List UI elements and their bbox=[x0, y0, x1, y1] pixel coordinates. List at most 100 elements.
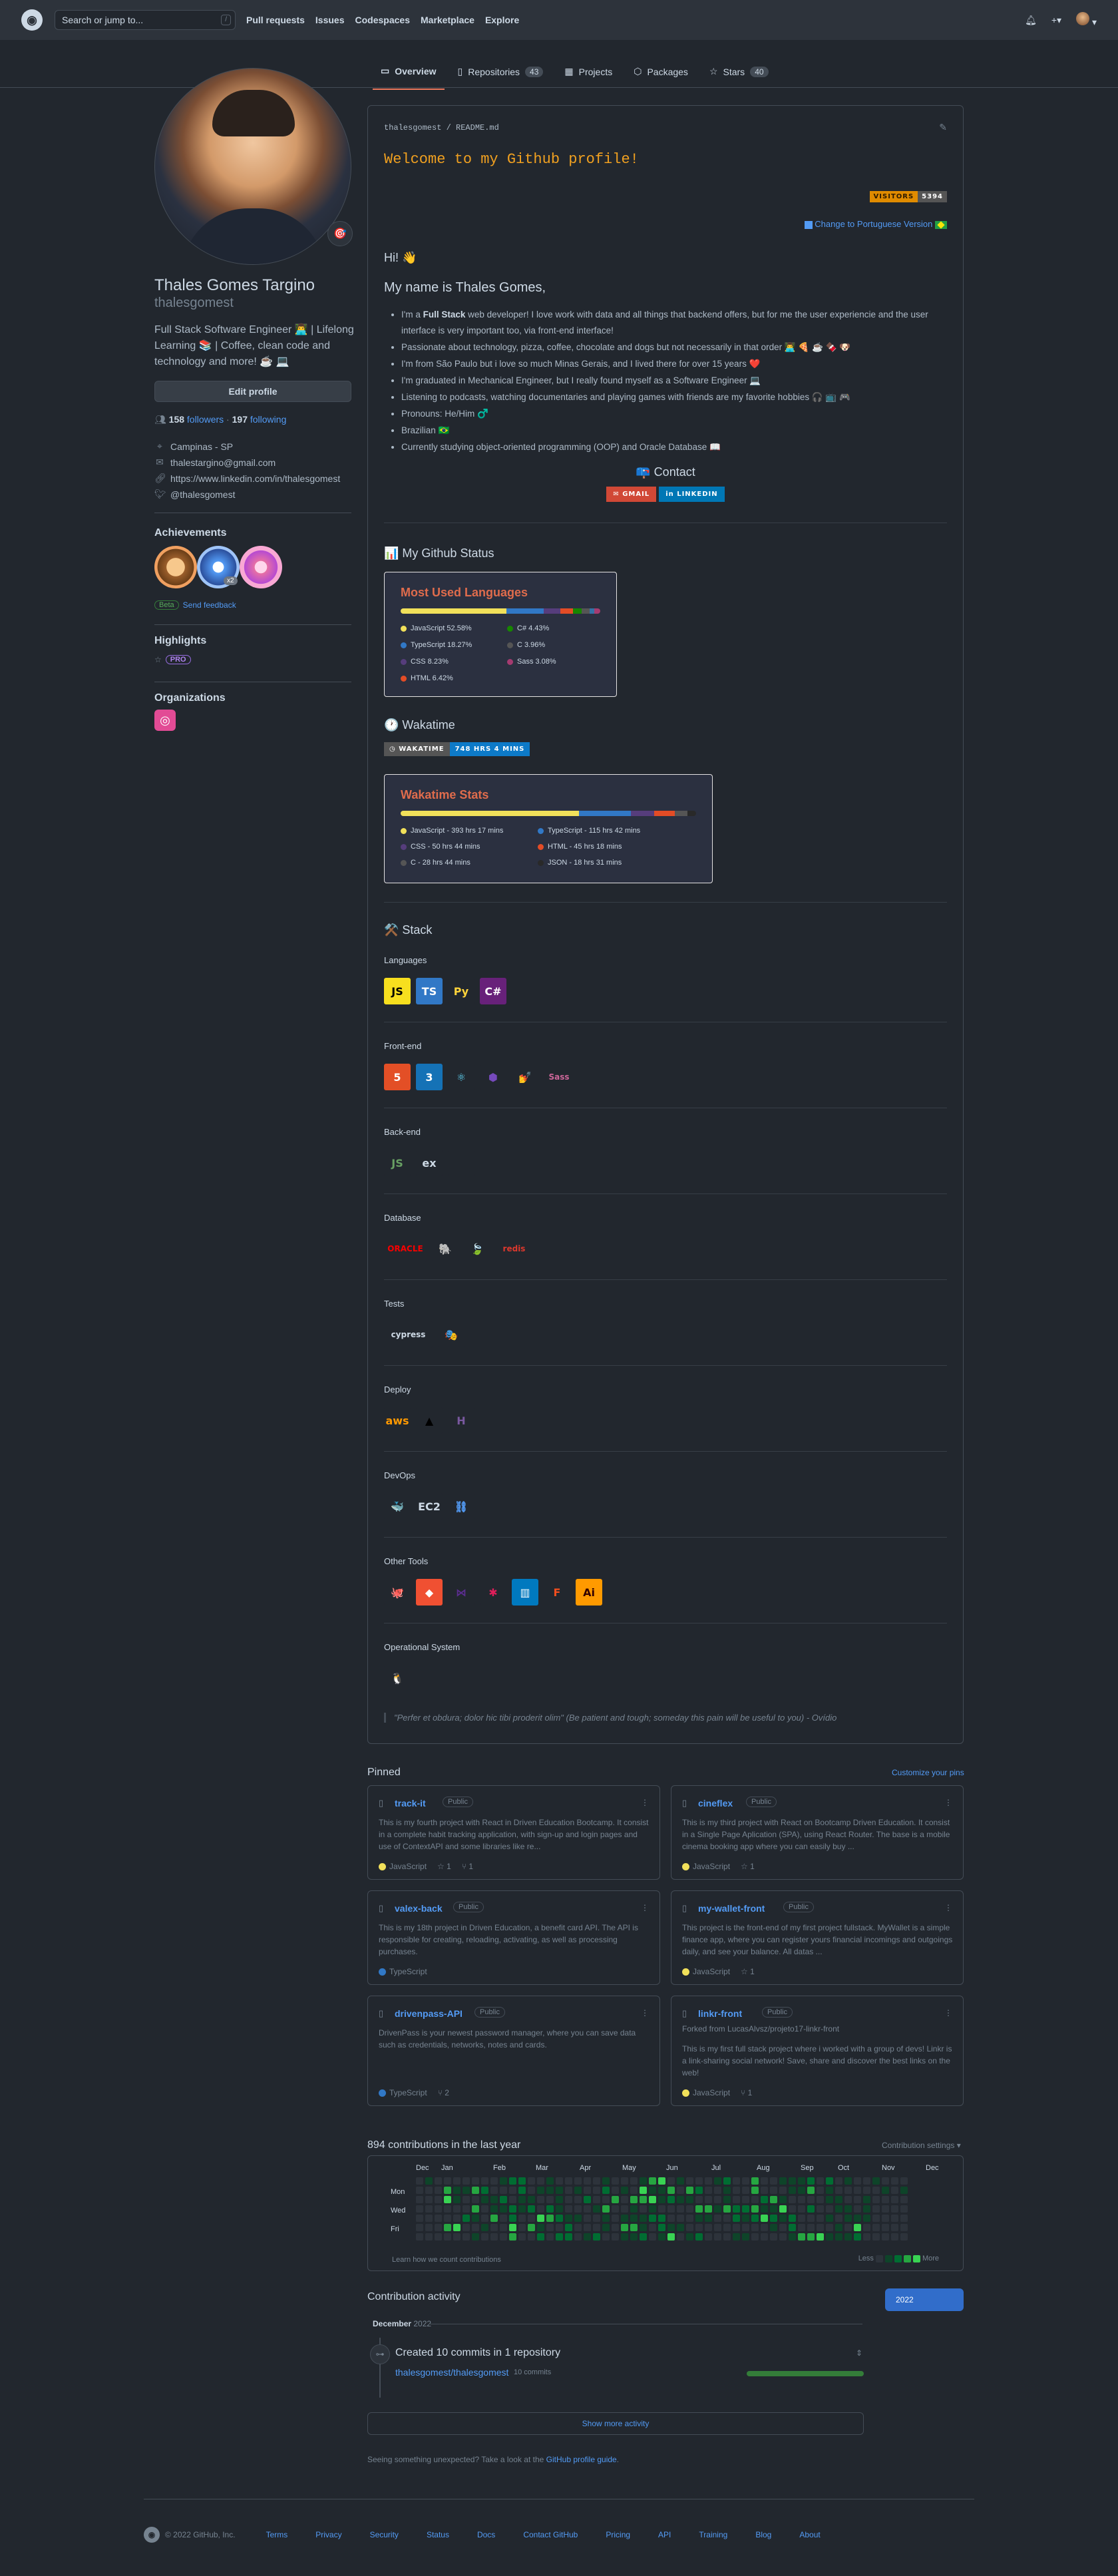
repo-name-link[interactable]: drivenpass-API bbox=[395, 2008, 463, 2019]
tab-projects[interactable]: ▦ Projects bbox=[556, 59, 620, 89]
contribution-day[interactable] bbox=[630, 2205, 638, 2213]
website-link[interactable]: https://www.linkedin.com/in/thalesgomest bbox=[170, 473, 340, 484]
pinned-repo-card[interactable]: ▯ drivenpass-API Public ⋮ DrivenPass is your… bbox=[367, 1996, 660, 2106]
contribution-day[interactable] bbox=[490, 2187, 498, 2194]
contribution-day[interactable] bbox=[742, 2215, 749, 2222]
contribution-day[interactable] bbox=[723, 2215, 731, 2222]
contribution-day[interactable] bbox=[714, 2187, 721, 2194]
contribution-day[interactable] bbox=[630, 2187, 638, 2194]
contribution-day[interactable] bbox=[882, 2224, 889, 2231]
contribution-day[interactable] bbox=[649, 2177, 656, 2185]
contribution-day[interactable] bbox=[649, 2224, 656, 2231]
show-more-activity-button[interactable]: Show more activity bbox=[367, 2412, 864, 2435]
portuguese-version-link[interactable]: Change to Portuguese Version bbox=[804, 219, 947, 229]
contribution-day[interactable] bbox=[761, 2224, 768, 2231]
contribution-day[interactable] bbox=[509, 2205, 516, 2213]
contribution-day[interactable] bbox=[472, 2177, 479, 2185]
contribution-day[interactable] bbox=[500, 2215, 507, 2222]
contribution-day[interactable] bbox=[435, 2215, 442, 2222]
contribution-day[interactable] bbox=[770, 2187, 777, 2194]
drag-handle-icon[interactable]: ⋮ bbox=[944, 1903, 952, 1912]
contribution-day[interactable] bbox=[537, 2215, 544, 2222]
contribution-day[interactable] bbox=[444, 2205, 451, 2213]
contribution-day[interactable] bbox=[481, 2205, 488, 2213]
contribution-day[interactable] bbox=[509, 2215, 516, 2222]
contribution-day[interactable] bbox=[602, 2224, 610, 2231]
contribution-day[interactable] bbox=[705, 2215, 712, 2222]
contribution-day[interactable] bbox=[789, 2196, 796, 2203]
create-new-button[interactable]: +▾ bbox=[1051, 15, 1061, 26]
following-link[interactable]: 197 following bbox=[232, 414, 287, 425]
contribution-day[interactable] bbox=[751, 2233, 759, 2241]
contribution-day[interactable] bbox=[621, 2177, 628, 2185]
contribution-day[interactable] bbox=[733, 2187, 740, 2194]
contribution-day[interactable] bbox=[817, 2196, 824, 2203]
drag-handle-icon[interactable]: ⋮ bbox=[641, 2008, 649, 2018]
contribution-day[interactable] bbox=[463, 2187, 470, 2194]
contribution-day[interactable] bbox=[844, 2196, 852, 2203]
footer-link[interactable]: Contact GitHub bbox=[523, 2530, 578, 2539]
contribution-day[interactable] bbox=[500, 2187, 507, 2194]
contribution-day[interactable] bbox=[602, 2177, 610, 2185]
contribution-day[interactable] bbox=[667, 2177, 675, 2185]
contribution-day[interactable] bbox=[584, 2215, 591, 2222]
contribution-day[interactable] bbox=[751, 2187, 759, 2194]
contribution-day[interactable] bbox=[518, 2233, 526, 2241]
contribution-day[interactable] bbox=[677, 2196, 684, 2203]
contribution-day[interactable] bbox=[481, 2177, 488, 2185]
contribution-day[interactable] bbox=[416, 2224, 423, 2231]
contribution-day[interactable] bbox=[686, 2224, 693, 2231]
nav-explore[interactable]: Explore bbox=[485, 15, 519, 25]
contribution-day[interactable] bbox=[826, 2215, 833, 2222]
learn-contributions-link[interactable]: Learn how we count contributions bbox=[392, 2256, 501, 2264]
tab-packages[interactable]: ⬡ Packages bbox=[626, 59, 696, 89]
contribution-day[interactable] bbox=[537, 2187, 544, 2194]
contribution-day[interactable] bbox=[649, 2205, 656, 2213]
contribution-day[interactable] bbox=[677, 2205, 684, 2213]
contribution-day[interactable] bbox=[751, 2215, 759, 2222]
contribution-day[interactable] bbox=[854, 2215, 861, 2222]
contribution-day[interactable] bbox=[658, 2233, 665, 2241]
contribution-day[interactable] bbox=[900, 2187, 908, 2194]
contribution-day[interactable] bbox=[686, 2205, 693, 2213]
contribution-day[interactable] bbox=[584, 2205, 591, 2213]
contribution-day[interactable] bbox=[667, 2215, 675, 2222]
contribution-day[interactable] bbox=[463, 2224, 470, 2231]
contribution-day[interactable] bbox=[425, 2233, 433, 2241]
contribution-day[interactable] bbox=[798, 2177, 805, 2185]
contribution-day[interactable] bbox=[705, 2224, 712, 2231]
contribution-day[interactable] bbox=[537, 2177, 544, 2185]
contribution-day[interactable] bbox=[882, 2205, 889, 2213]
contribution-day[interactable] bbox=[546, 2205, 554, 2213]
contribution-day[interactable] bbox=[593, 2215, 600, 2222]
contribution-day[interactable] bbox=[481, 2196, 488, 2203]
contribution-day[interactable] bbox=[863, 2196, 870, 2203]
contribution-day[interactable] bbox=[742, 2233, 749, 2241]
contribution-day[interactable] bbox=[490, 2196, 498, 2203]
footer-link[interactable]: Status bbox=[427, 2530, 449, 2539]
contribution-day[interactable] bbox=[444, 2187, 451, 2194]
contribution-day[interactable] bbox=[733, 2215, 740, 2222]
contribution-day[interactable] bbox=[528, 2187, 535, 2194]
contribution-day[interactable] bbox=[518, 2205, 526, 2213]
contribution-day[interactable] bbox=[537, 2233, 544, 2241]
contribution-day[interactable] bbox=[742, 2177, 749, 2185]
contribution-day[interactable] bbox=[891, 2224, 898, 2231]
contribution-day[interactable] bbox=[779, 2233, 787, 2241]
forks-link[interactable]: ⑂ 1 bbox=[741, 2088, 752, 2097]
footer-link[interactable]: About bbox=[799, 2530, 820, 2539]
achievement-badge-quickdraw[interactable] bbox=[240, 546, 282, 588]
contribution-day[interactable] bbox=[602, 2215, 610, 2222]
contribution-day[interactable] bbox=[528, 2215, 535, 2222]
contribution-day[interactable] bbox=[863, 2177, 870, 2185]
contribution-day[interactable] bbox=[695, 2177, 703, 2185]
contribution-day[interactable] bbox=[695, 2205, 703, 2213]
contribution-day[interactable] bbox=[695, 2187, 703, 2194]
contribution-day[interactable] bbox=[872, 2177, 880, 2185]
contribution-day[interactable] bbox=[817, 2233, 824, 2241]
contribution-day[interactable] bbox=[761, 2215, 768, 2222]
contribution-day[interactable] bbox=[891, 2187, 898, 2194]
nav-issues[interactable]: Issues bbox=[315, 15, 345, 25]
contribution-day[interactable] bbox=[733, 2224, 740, 2231]
contribution-day[interactable] bbox=[640, 2177, 647, 2185]
